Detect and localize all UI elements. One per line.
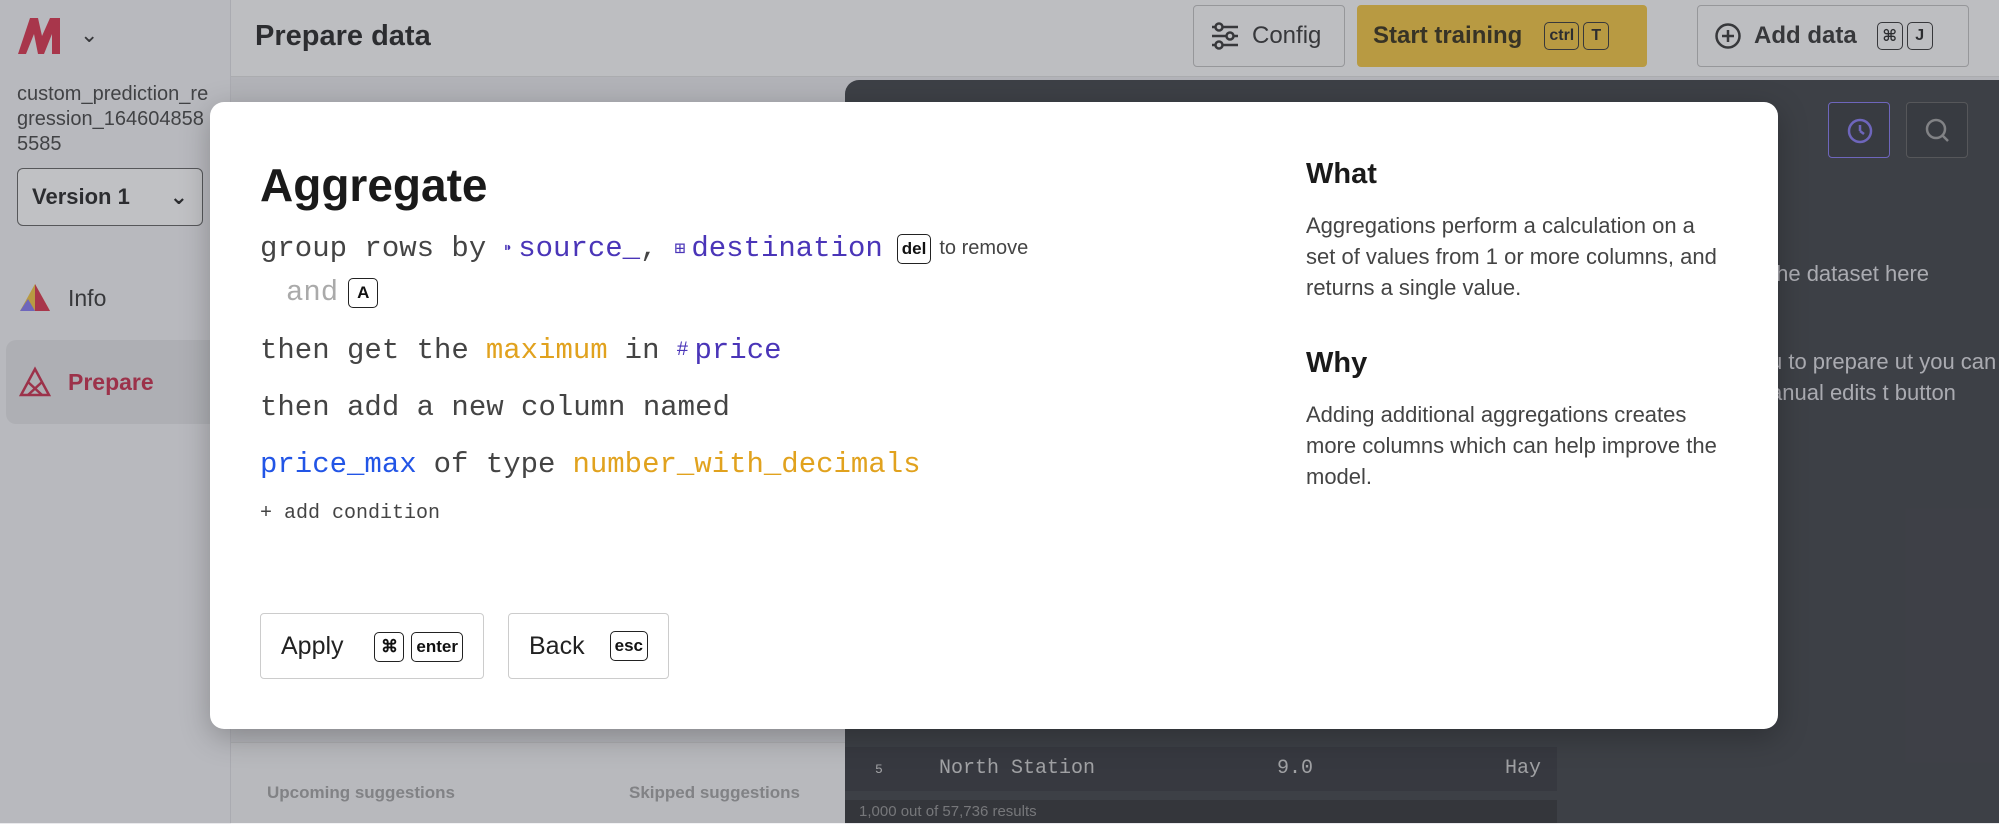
shortcut-key: esc: [609, 631, 648, 661]
what-heading: What: [1306, 158, 1377, 190]
add-condition-link[interactable]: + add condition: [260, 502, 440, 525]
group-column-chip[interactable]: destination: [691, 232, 882, 265]
apply-button[interactable]: Apply ⌘ enter: [260, 613, 484, 679]
text-column-icon: ⁍: [503, 239, 513, 260]
shortcut-key: ⌘: [374, 632, 405, 662]
function-line: then get the maximum in # price: [260, 334, 782, 367]
in-text: in: [624, 334, 660, 367]
and-line: and A: [286, 276, 379, 309]
back-button[interactable]: Back esc: [508, 613, 669, 679]
new-column-name-input[interactable]: price_max: [260, 448, 417, 481]
why-description: Adding additional aggregations creates m…: [1306, 402, 1717, 489]
remove-hint: to remove: [939, 237, 1029, 259]
function-chip[interactable]: maximum: [486, 334, 608, 367]
new-column-line: then add a new column named: [260, 391, 730, 424]
back-label: Back: [529, 631, 585, 660]
shortcut-key: del: [896, 233, 932, 264]
modal-title: Aggregate: [260, 159, 488, 211]
category-column-icon: ⊞: [674, 239, 686, 260]
number-column-icon: #: [676, 339, 689, 362]
shortcut-key: A: [348, 277, 379, 308]
target-column-chip[interactable]: price: [695, 334, 782, 367]
of-type-text: of type: [433, 448, 556, 481]
type-line: price_max of type number_with_decimals: [260, 448, 921, 481]
apply-label: Apply: [281, 631, 344, 660]
aggregate-modal: Aggregate group rows by ⁍ source_ , ⊞ de…: [210, 102, 1778, 729]
and-text[interactable]: and: [286, 276, 338, 309]
column-type-chip[interactable]: number_with_decimals: [572, 448, 920, 481]
function-line-text: then get the: [260, 334, 469, 367]
comma-separator: ,: [640, 232, 658, 265]
group-by-line: group rows by ⁍ source_ , ⊞ destination …: [260, 232, 1028, 265]
group-by-text: group rows by: [260, 232, 487, 265]
what-description: Aggregations perform a calculation on a …: [1306, 213, 1717, 300]
shortcut-key: enter: [411, 632, 463, 662]
why-heading: Why: [1306, 347, 1368, 379]
group-column-chip[interactable]: source_: [518, 232, 640, 265]
